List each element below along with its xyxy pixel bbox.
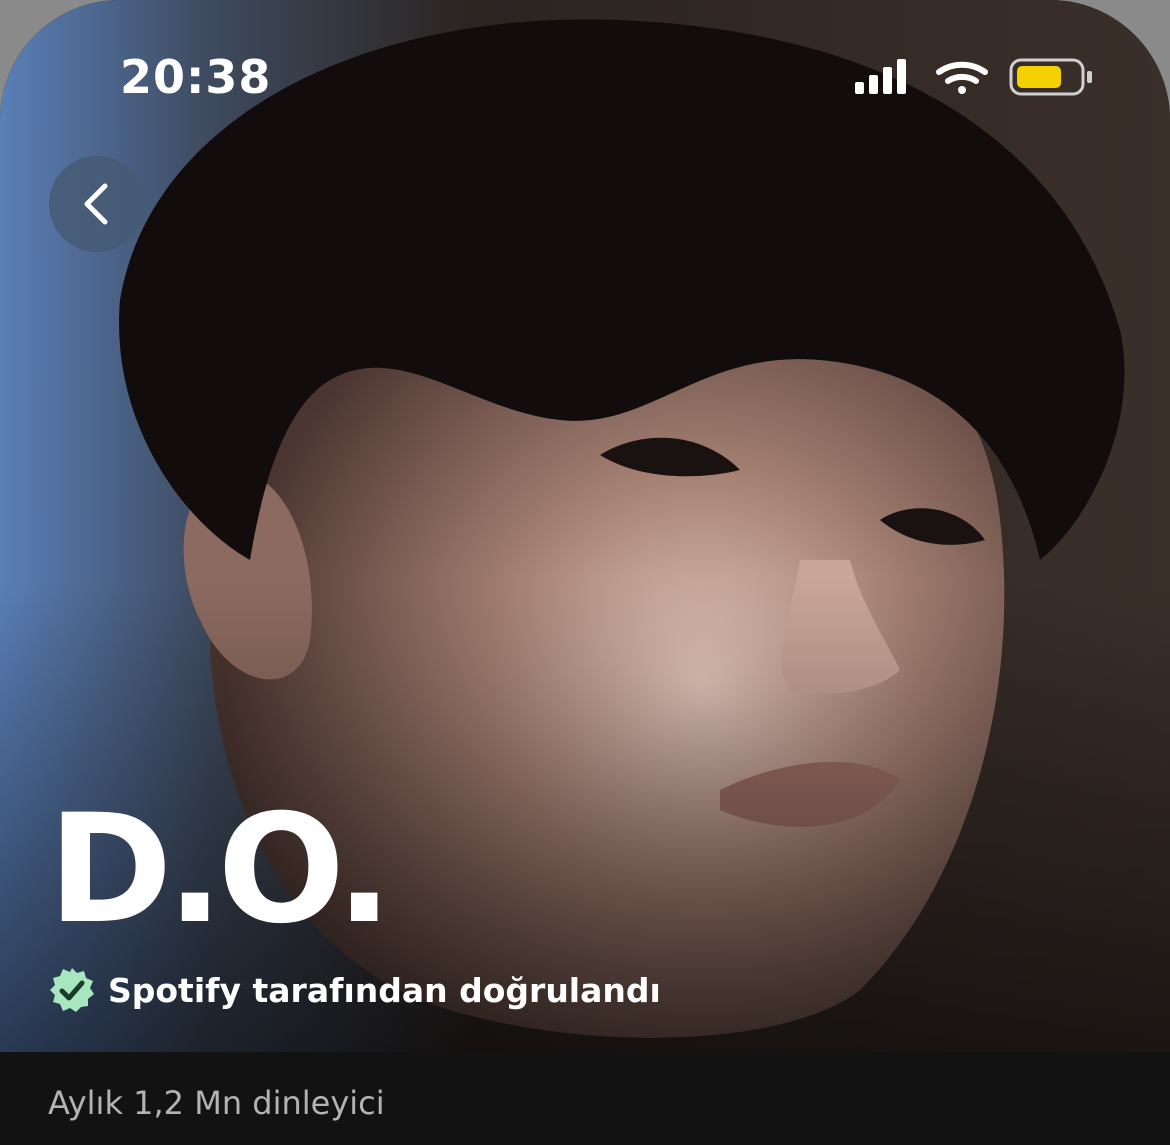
wifi-icon xyxy=(936,61,988,94)
artist-header-image: 20:38 D.O. Spotify tarafından doğrulandı xyxy=(0,0,1170,1052)
verified-badge-icon xyxy=(50,968,94,1012)
cellular-signal-icon xyxy=(855,59,906,94)
battery-icon xyxy=(1009,58,1092,96)
status-time: 20:38 xyxy=(120,50,272,104)
artist-page: 20:38 D.O. Spotify tarafından doğrulandı… xyxy=(0,0,1170,1145)
artist-name: D.O. xyxy=(48,783,393,957)
monthly-listeners: Aylık 1,2 Mn dinleyici xyxy=(48,1084,385,1122)
back-button[interactable] xyxy=(49,156,145,252)
verified-row: Spotify tarafından doğrulandı xyxy=(48,965,661,1015)
chevron-left-icon xyxy=(84,183,108,225)
verified-label: Spotify tarafından doğrulandı xyxy=(108,970,661,1010)
status-bar: 20:38 xyxy=(0,0,1170,150)
status-icons xyxy=(855,58,1092,96)
